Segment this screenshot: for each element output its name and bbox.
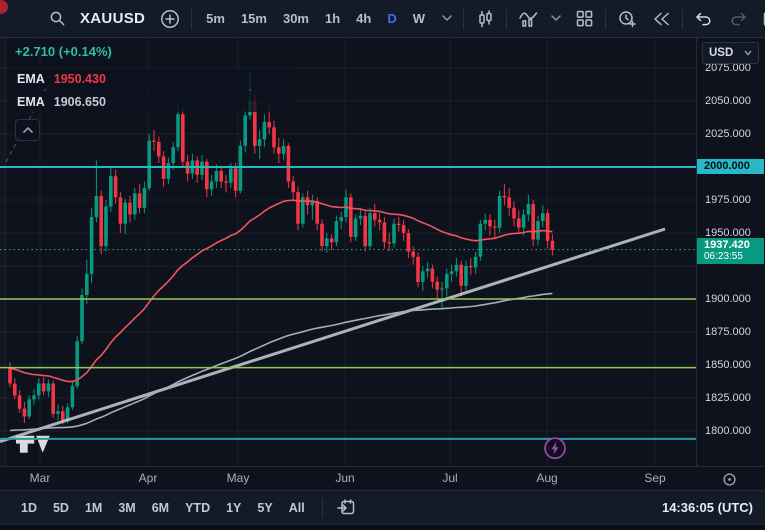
- price-level-label: 2000.000: [697, 159, 764, 174]
- trendline-drawing[interactable]: [0, 229, 665, 442]
- currency-label: USD: [709, 47, 733, 59]
- toolbar-divider: [682, 9, 683, 29]
- alert-add-icon[interactable]: [614, 6, 640, 32]
- chevron-down-icon: [744, 50, 752, 56]
- last-price-value: 1937.420: [704, 239, 764, 251]
- toolbar-divider: [605, 9, 606, 29]
- timeframe-1h[interactable]: 1h: [319, 9, 346, 28]
- indicator-value: 1906.650: [54, 95, 106, 109]
- search-icon[interactable]: [44, 6, 70, 32]
- axis-settings-icon[interactable]: [719, 469, 739, 489]
- top-toolbar: XAUUSD 5m15m30m1h4hDW: [0, 0, 765, 38]
- indicator-name: EMA: [17, 95, 45, 109]
- event-marker-icon[interactable]: [545, 438, 565, 458]
- currency-dropdown[interactable]: USD: [702, 42, 759, 64]
- indicator-value: 1950.430: [54, 72, 106, 86]
- redo-icon[interactable]: [725, 6, 751, 32]
- price-tick: 1850.000: [705, 358, 751, 372]
- range-1m[interactable]: 1M: [78, 499, 109, 517]
- month-tick-apr: Apr: [139, 471, 158, 485]
- month-tick-jul: Jul: [442, 471, 457, 485]
- price-tick: 2025.000: [705, 127, 751, 141]
- toolbar-divider: [191, 9, 192, 29]
- clock-utc[interactable]: 14:36:05 (UTC): [662, 500, 753, 515]
- bar-countdown: 06:23:55: [704, 251, 764, 262]
- timeframe-5m[interactable]: 5m: [200, 9, 231, 28]
- chevron-down-icon[interactable]: [549, 6, 563, 32]
- range-ytd[interactable]: YTD: [178, 499, 217, 517]
- range-1d[interactable]: 1D: [14, 499, 44, 517]
- month-tick-jun: Jun: [335, 471, 354, 485]
- snapshot-square-icon[interactable]: [759, 6, 765, 32]
- timeframe-30m[interactable]: 30m: [277, 9, 315, 28]
- chart-canvas[interactable]: +2.710 (+0.14%) EMA 1950.430 EMA 1906.65…: [0, 38, 697, 466]
- undo-icon[interactable]: [691, 6, 717, 32]
- chart-region: +2.710 (+0.14%) EMA 1950.430 EMA 1906.65…: [0, 38, 765, 466]
- drawing-toolbar-edge[interactable]: [0, 38, 6, 466]
- timeframe-D[interactable]: D: [381, 9, 402, 28]
- toolbar-divider: [506, 9, 507, 29]
- price-tick: 2050.000: [705, 94, 751, 108]
- range-5d[interactable]: 5D: [46, 499, 76, 517]
- indicators-icon[interactable]: [515, 6, 541, 32]
- price-tick: 1875.000: [705, 325, 751, 339]
- range-5y[interactable]: 5Y: [250, 499, 279, 517]
- timeframe-15m[interactable]: 15m: [235, 9, 273, 28]
- price-tick: 1900.000: [705, 292, 751, 306]
- month-tick-may: May: [227, 471, 250, 485]
- timeframe-group: 5m15m30m1h4hDW: [200, 9, 431, 28]
- candle-style-icon[interactable]: [472, 6, 498, 32]
- range-all[interactable]: All: [282, 499, 312, 517]
- trading-app-window: XAUUSD 5m15m30m1h4hDW: [0, 0, 765, 530]
- bottom-toolbar: 1D5D1M3M6MYTD1Y5YAll 14:36:05 (UTC): [0, 490, 765, 524]
- price-tick: 1825.000: [705, 391, 751, 405]
- layout-grid-icon[interactable]: [571, 6, 597, 32]
- legend-collapse-button[interactable]: [15, 119, 40, 141]
- timeframe-W[interactable]: W: [407, 9, 431, 28]
- compare-add-icon[interactable]: [157, 6, 183, 32]
- month-tick-mar: Mar: [30, 471, 51, 485]
- chevron-down-icon[interactable]: [439, 6, 455, 32]
- symbol-name[interactable]: XAUUSD: [80, 10, 145, 27]
- price-axis[interactable]: USD 2075.0002050.0002025.0001975.0001950…: [697, 38, 764, 466]
- toolbar-divider: [463, 9, 464, 29]
- toolbar-divider: [322, 498, 323, 518]
- range-1y[interactable]: 1Y: [219, 499, 248, 517]
- chart-legend: +2.710 (+0.14%) EMA 1950.430 EMA 1906.65…: [10, 42, 295, 141]
- last-price-label: 1937.420 06:23:55: [697, 238, 764, 264]
- timeframe-4h[interactable]: 4h: [350, 9, 377, 28]
- collapse-chevron-icon: [22, 126, 34, 134]
- price-change-label: +2.710 (+0.14%): [15, 44, 295, 59]
- time-axis[interactable]: Mar Apr May Jun Jul Aug Sep: [0, 466, 765, 490]
- price-tick: 1975.000: [705, 193, 751, 207]
- window-edge: [0, 524, 765, 530]
- price-tick: 1800.000: [705, 424, 751, 438]
- record-dot: [0, 0, 8, 14]
- range-6m[interactable]: 6M: [145, 499, 176, 517]
- month-tick-aug: Aug: [536, 471, 557, 485]
- indicator-name: EMA: [17, 72, 45, 86]
- range-3m[interactable]: 3M: [111, 499, 142, 517]
- goto-date-icon[interactable]: [333, 495, 359, 521]
- indicator-row-ema-slow[interactable]: EMA 1906.650: [10, 91, 295, 112]
- month-tick-sep: Sep: [644, 471, 665, 485]
- indicator-row-ema-fast[interactable]: EMA 1950.430: [10, 68, 295, 89]
- replay-icon[interactable]: [648, 6, 674, 32]
- ema-line[interactable]: [10, 293, 552, 430]
